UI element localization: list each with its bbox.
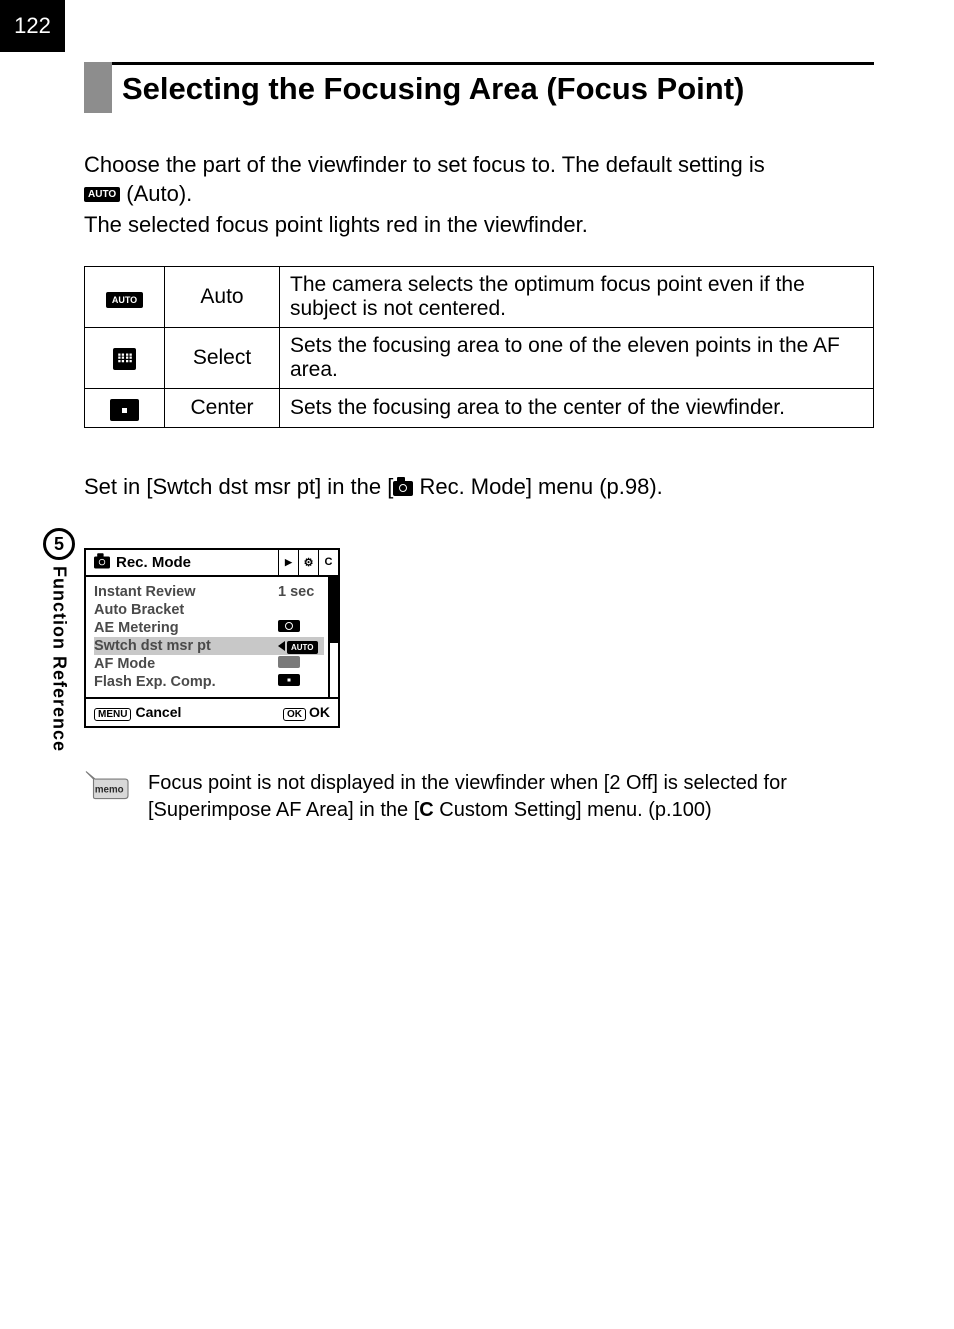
- lcd-list: Instant Review 1 sec Auto Bracket AE Met…: [86, 577, 328, 697]
- table-row: ⠿⠿ Select Sets the focusing area to one …: [85, 327, 874, 388]
- section-heading: Selecting the Focusing Area (Focus Point…: [84, 62, 874, 113]
- lcd-row-label: Auto Bracket: [94, 602, 184, 618]
- option-icon-center: [85, 388, 165, 427]
- lcd-footer-cancel: MENU Cancel: [94, 704, 181, 721]
- set-in-line: Set in [Swtch dst msr pt] in the [ Rec. …: [84, 474, 874, 500]
- set-in-menu: Rec. Mode] menu (p.98).: [413, 474, 662, 499]
- camera-icon: [393, 481, 413, 496]
- lcd-row-value: [272, 674, 324, 690]
- option-name: Select: [165, 327, 280, 388]
- flash-comp-icon: [278, 674, 300, 686]
- cancel-label: Cancel: [135, 704, 181, 720]
- lcd-row-label: AF Mode: [94, 656, 155, 672]
- lcd-row-af-mode: AF Mode: [94, 655, 324, 673]
- option-icon-auto: AUTO: [85, 266, 165, 327]
- intro-paragraph-2: The selected focus point lights red in t…: [84, 210, 874, 240]
- option-desc: Sets the focusing area to one of the ele…: [280, 327, 874, 388]
- auto-icon: AUTO: [84, 187, 120, 202]
- option-desc: The camera selects the optimum focus poi…: [280, 266, 874, 327]
- side-chapter-label: Function Reference: [49, 566, 70, 752]
- intro-auto-label: (Auto).: [120, 181, 192, 206]
- lcd-body: Instant Review 1 sec Auto Bracket AE Met…: [86, 577, 338, 697]
- lcd-row-label: AE Metering: [94, 620, 179, 636]
- side-chapter-number: 5: [43, 528, 75, 560]
- option-desc: Sets the focusing area to the center of …: [280, 388, 874, 427]
- select-badge-icon: ⠿⠿: [113, 348, 137, 370]
- lcd-row-ae-metering: AE Metering: [94, 619, 324, 637]
- section-marker: [84, 62, 112, 113]
- focus-options-table: AUTO Auto The camera selects the optimum…: [84, 266, 874, 428]
- lcd-row-flash-exp-comp: Flash Exp. Comp.: [94, 673, 324, 691]
- menu-tag-icon: MENU: [94, 708, 131, 721]
- lcd-tab-bar: Rec. Mode ▶ ⚙ C: [86, 550, 338, 577]
- ok-label: OK: [309, 704, 330, 720]
- lcd-row-label: Instant Review: [94, 584, 196, 600]
- auto-icon: AUTO: [287, 641, 318, 654]
- memo-c-bold: C: [419, 799, 433, 821]
- option-icon-select: ⠿⠿: [85, 327, 165, 388]
- lcd-row-instant-review: Instant Review 1 sec: [94, 583, 324, 601]
- side-chapter-tab: 5 Function Reference: [43, 528, 75, 752]
- af-mode-icon: [278, 656, 300, 668]
- lcd-menu-screenshot: Rec. Mode ▶ ⚙ C Instant Review 1 sec Aut…: [84, 548, 340, 728]
- memo-callout: memo Focus point is not displayed in the…: [84, 770, 874, 824]
- ok-tag-icon: OK: [283, 708, 306, 721]
- lcd-tab-custom: C: [318, 550, 338, 575]
- page: 122 5 Function Reference Selecting the F…: [0, 0, 954, 1329]
- memo-line2c: Custom Setting] menu. (p.100): [434, 799, 712, 821]
- lcd-scrollbar-thumb: [330, 577, 338, 643]
- table-row: AUTO Auto The camera selects the optimum…: [85, 266, 874, 327]
- lcd-row-value: 1 sec: [272, 584, 324, 600]
- metering-icon: [278, 620, 300, 632]
- lcd-tab-play: ▶: [278, 550, 298, 575]
- auto-badge-icon: AUTO: [106, 292, 143, 308]
- lcd-footer-ok: OKOK: [283, 704, 330, 721]
- memo-tag-text: memo: [95, 784, 124, 795]
- left-arrow-icon: [278, 641, 285, 651]
- lcd-row-value: [272, 656, 324, 672]
- lcd-row-swtch-dst-msr-pt: Swtch dst msr pt AUTO: [94, 637, 324, 655]
- memo-line2a: [Superimpose AF Area] in the [: [148, 799, 419, 821]
- camera-icon: [94, 556, 110, 568]
- lcd-row-auto-bracket: Auto Bracket: [94, 601, 324, 619]
- table-row: Center Sets the focusing area to the cen…: [85, 388, 874, 427]
- section-title: Selecting the Focusing Area (Focus Point…: [112, 62, 874, 113]
- lcd-footer: MENU Cancel OKOK: [86, 697, 338, 726]
- intro-line1: Choose the part of the viewfinder to set…: [84, 152, 765, 177]
- center-badge-icon: [110, 399, 139, 421]
- lcd-row-label: Flash Exp. Comp.: [94, 674, 216, 690]
- lcd-row-value: [272, 620, 324, 636]
- intro-paragraph-1: Choose the part of the viewfinder to set…: [84, 151, 874, 208]
- set-in-prefix: Set in [Swtch dst msr pt] in the [: [84, 474, 393, 499]
- memo-line1: Focus point is not displayed in the view…: [148, 772, 787, 794]
- lcd-title: Rec. Mode: [116, 554, 191, 571]
- page-number: 122: [0, 0, 65, 52]
- lcd-row-label: Swtch dst msr pt: [94, 638, 211, 654]
- content-area: Selecting the Focusing Area (Focus Point…: [84, 52, 874, 824]
- lcd-scrollbar: [328, 577, 338, 697]
- option-name: Center: [165, 388, 280, 427]
- lcd-active-tab: Rec. Mode: [86, 550, 278, 575]
- memo-text: Focus point is not displayed in the view…: [148, 770, 787, 824]
- option-name: Auto: [165, 266, 280, 327]
- memo-badge-icon: memo: [84, 770, 130, 805]
- lcd-row-value: AUTO: [272, 638, 324, 654]
- lcd-tab-setup: ⚙: [298, 550, 318, 575]
- lcd-inactive-tabs: ▶ ⚙ C: [278, 550, 338, 575]
